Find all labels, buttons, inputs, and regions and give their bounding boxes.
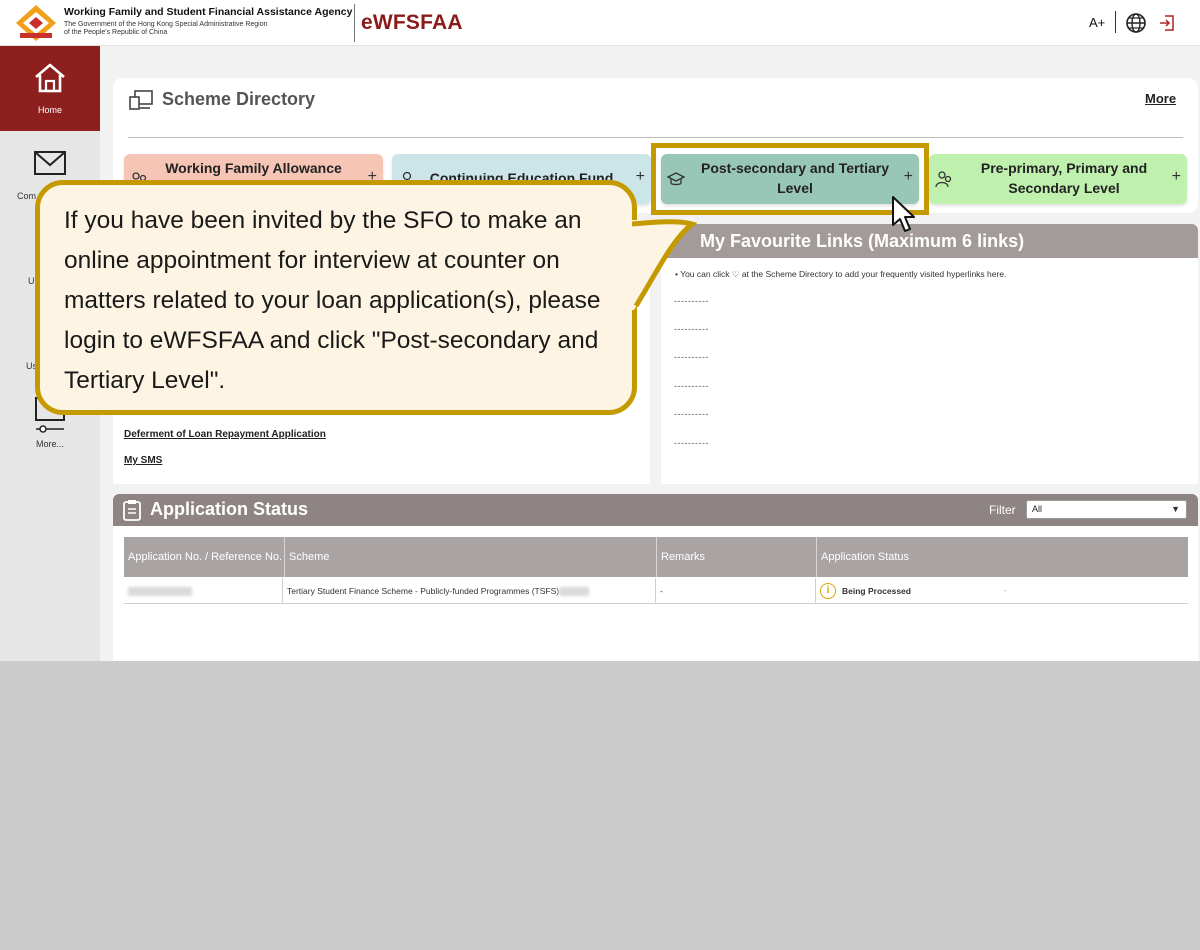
sidebar-item-label: More... xyxy=(35,439,64,449)
favourite-links-note-text: You can click ♡ at the Scheme Directory … xyxy=(680,269,1007,279)
scheme-directory-icon xyxy=(129,90,153,110)
cell-scheme: Tertiary Student Finance Scheme - Public… xyxy=(282,578,655,604)
callout-text: If you have been invited by the SFO to m… xyxy=(64,207,601,394)
link-deferment-loan-repayment[interactable]: Deferment of Loan Repayment Application xyxy=(124,429,326,440)
favourite-links-title: My Favourite Links (Maximum 6 links) xyxy=(700,231,1025,251)
link-my-sms[interactable]: My SMS xyxy=(124,455,162,466)
agency-subtitle-2: of the People's Republic of China xyxy=(64,28,168,36)
header-separator xyxy=(1115,11,1116,33)
tile-label: Pre-primary, Primary and Secondary Level xyxy=(980,160,1148,196)
filter-label: Filter xyxy=(989,503,1016,517)
app-name: eWFSFAA xyxy=(361,11,463,34)
status-value: Being Processed xyxy=(842,586,911,596)
students-icon xyxy=(935,171,952,188)
redacted-value xyxy=(559,587,590,597)
sidebar-item-label: Home xyxy=(37,105,62,115)
favourite-placeholder: ---------- xyxy=(674,438,709,448)
home-icon xyxy=(35,63,65,93)
agency-name: Working Family and Student Financial Ass… xyxy=(64,6,353,18)
favourite-placeholder: ---------- xyxy=(674,352,709,362)
cell-application-status: i Being Processed - xyxy=(815,578,1188,604)
callout-tail xyxy=(628,219,698,310)
scheme-directory-title: Scheme Directory xyxy=(162,89,316,109)
mail-icon xyxy=(34,151,66,175)
chevron-down-icon: ▼ xyxy=(1171,504,1180,514)
scheme-name: Tertiary Student Finance Scheme - Public… xyxy=(287,586,560,596)
tile-pre-primary-primary-secondary[interactable]: Pre-primary, Primary and Secondary Level… xyxy=(929,154,1187,204)
column-header[interactable]: Application No. / Reference No. xyxy=(124,537,284,577)
font-size-button[interactable]: A+ xyxy=(1089,15,1105,30)
remarks-value: - xyxy=(660,586,663,596)
clipboard-icon xyxy=(123,500,141,521)
table-header: Application No. / Reference No. Scheme R… xyxy=(124,537,1188,577)
favourite-placeholder: ---------- xyxy=(674,381,709,391)
column-header-label: Remarks xyxy=(661,551,706,563)
column-header[interactable]: Application Status xyxy=(816,537,1188,577)
agency-name-block: Working Family and Student Financial Ass… xyxy=(64,7,352,36)
logout-icon[interactable] xyxy=(1158,14,1176,32)
top-header: Working Family and Student Financial Ass… xyxy=(0,0,1200,46)
header-divider xyxy=(354,4,355,42)
filter-select[interactable]: All ▼ xyxy=(1026,500,1187,519)
sidebar-item-home[interactable]: Home xyxy=(0,46,100,131)
globe-icon[interactable] xyxy=(1125,12,1147,34)
favourite-placeholder: ---------- xyxy=(674,409,709,419)
divider xyxy=(128,137,1183,138)
column-header-label: Application Status xyxy=(821,551,910,563)
column-header[interactable]: Remarks xyxy=(656,537,816,577)
agency-subtitle-1: The Government of the Hong Kong Special … xyxy=(64,20,268,28)
favourite-links-note: • You can click ♡ at the Scheme Director… xyxy=(675,269,1007,279)
plus-icon[interactable]: + xyxy=(636,168,645,186)
table-row[interactable]: Tertiary Student Finance Scheme - Public… xyxy=(124,578,1188,604)
column-header-label: Scheme xyxy=(289,551,330,563)
mouse-pointer-icon xyxy=(892,196,915,232)
column-header[interactable]: Scheme xyxy=(284,537,656,577)
info-icon: i xyxy=(820,583,836,599)
cell-application-no xyxy=(124,578,282,604)
more-link[interactable]: More xyxy=(1145,91,1176,106)
filter-value: All xyxy=(1032,504,1043,514)
cell-remarks: - xyxy=(655,578,815,604)
tile-label: Working Family Allowance xyxy=(165,160,342,176)
logo-icon[interactable] xyxy=(14,3,58,43)
status-extra: - xyxy=(1004,586,1007,595)
column-header-label: Application No. / Reference No. xyxy=(128,551,283,563)
plus-icon[interactable]: + xyxy=(1172,168,1181,186)
redacted-value xyxy=(128,587,192,597)
application-status-title: Application Status xyxy=(150,499,309,519)
highlight-frame xyxy=(651,143,929,215)
favourite-links-card xyxy=(661,224,1198,484)
